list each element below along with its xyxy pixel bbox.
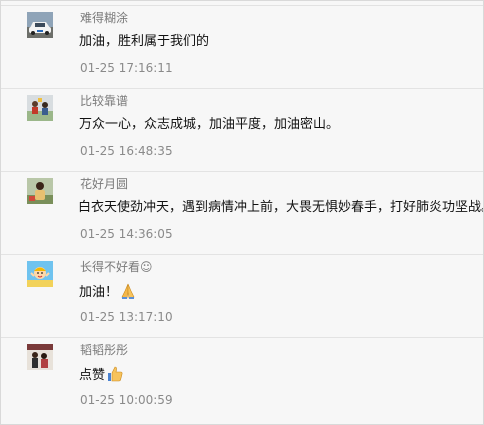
comment-text: 万众一心，众志成城，加油平度，加油密山。 xyxy=(79,117,340,132)
comment-text: 点赞 xyxy=(79,365,124,385)
thumbs-up-icon xyxy=(106,365,124,383)
pray-icon xyxy=(119,282,137,300)
comment-time: 01-25 17:16:11 xyxy=(80,61,173,75)
person-avatar[interactable] xyxy=(27,178,53,204)
comment-nickname[interactable]: 长得不好看☺ xyxy=(80,259,153,275)
comment-nickname[interactable]: 花好月圆 xyxy=(80,176,128,192)
comment-item: 比较靠谱 万众一心，众志成城，加油平度，加油密山。 01-25 16:48:35 xyxy=(1,89,483,172)
comment-time: 01-25 13:17:10 xyxy=(80,310,173,324)
comment-text: 加油！ xyxy=(79,282,137,302)
comment-item: 韬韬彤彤 点赞 01-25 10:00:59 xyxy=(1,338,483,420)
car-avatar[interactable] xyxy=(27,12,53,38)
comment-text-content: 点赞 xyxy=(79,368,106,383)
comment-time: 01-25 16:48:35 xyxy=(80,144,173,158)
comment-nickname[interactable]: 比较靠谱 xyxy=(80,93,128,109)
comment-text-content: 加油！ xyxy=(79,285,119,300)
comment-nickname[interactable]: 韬韬彤彤 xyxy=(80,342,128,358)
comment-time: 01-25 10:00:59 xyxy=(80,393,173,407)
cartoon-avatar[interactable] xyxy=(27,261,53,287)
comment-time: 01-25 14:36:05 xyxy=(80,227,173,241)
comment-list: 难得糊涂 加油，胜利属于我们的 01-25 17:16:11 比较靠谱 万众一心… xyxy=(0,0,484,425)
comment-item: 花好月圆 白衣天使劲冲天，遇到病情冲上前，大畏无惧妙春手，打好肺炎功坚战。 01… xyxy=(1,172,483,255)
people-avatar[interactable] xyxy=(27,95,53,121)
comment-item: 难得糊涂 加油，胜利属于我们的 01-25 17:16:11 xyxy=(1,6,483,89)
comment-text: 加油，胜利属于我们的 xyxy=(79,34,210,49)
comment-item: 长得不好看☺ 加油！ 01-25 13:17:10 xyxy=(1,255,483,338)
comment-nickname[interactable]: 难得糊涂 xyxy=(80,10,128,26)
comment-text: 白衣天使劲冲天，遇到病情冲上前，大畏无惧妙春手，打好肺炎功坚战。 xyxy=(78,200,484,215)
family-avatar[interactable] xyxy=(27,344,53,370)
